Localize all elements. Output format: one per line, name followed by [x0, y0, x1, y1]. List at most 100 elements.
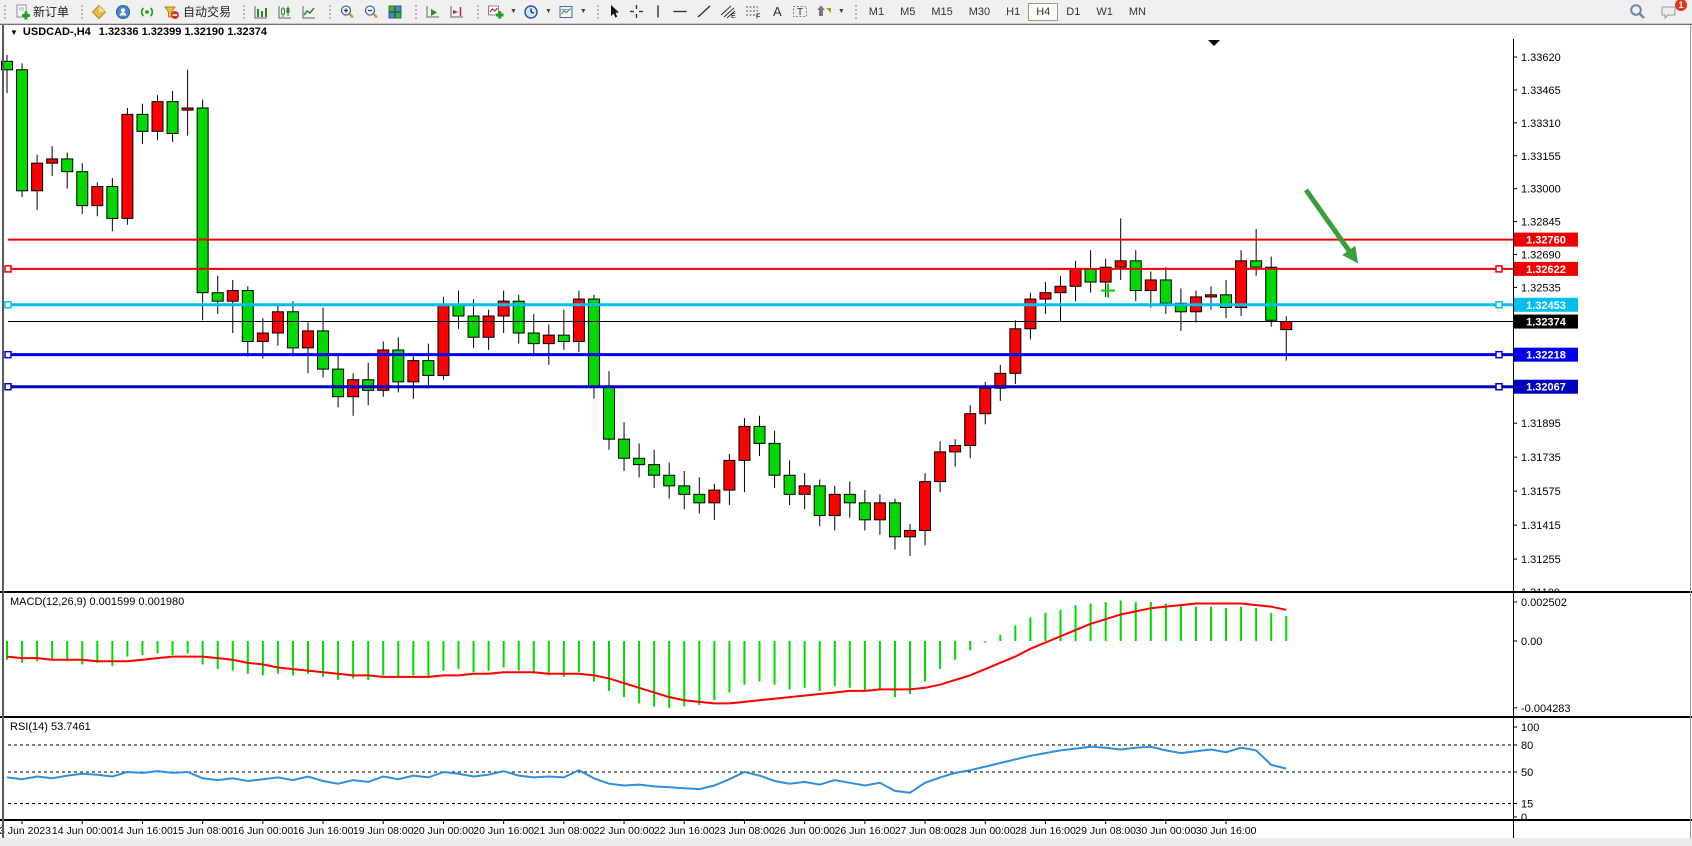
- svg-text:1.32218: 1.32218: [1526, 350, 1566, 362]
- bar-chart-button[interactable]: [249, 2, 273, 22]
- autotrading-button[interactable]: 自动交易: [159, 1, 235, 22]
- chart-shift-button[interactable]: [445, 2, 469, 22]
- new-order-label: 新订单: [33, 3, 69, 20]
- periods-button[interactable]: [519, 2, 543, 22]
- date-axis[interactable]: 13 Jun 202314 Jun 00:0014 Jun 16:0015 Ju…: [0, 820, 1692, 838]
- indicators-button[interactable]: [483, 2, 508, 22]
- svg-text:0: 0: [1521, 812, 1527, 820]
- timeframe-button-H1[interactable]: H1: [998, 3, 1028, 21]
- zoom-in-button[interactable]: [335, 2, 359, 22]
- timeframe-button-H4[interactable]: H4: [1028, 3, 1058, 21]
- cursor-icon: [607, 4, 621, 19]
- arrows-tool-button[interactable]: [812, 2, 836, 21]
- timeframe-button-M5[interactable]: M5: [892, 3, 923, 21]
- clock-icon: [523, 4, 539, 20]
- timeframe-button-M30[interactable]: M30: [961, 3, 998, 21]
- services-group: 自动交易: [77, 1, 239, 23]
- arrows-tool-icon: [816, 4, 832, 19]
- notifications-button[interactable]: 1: [1656, 2, 1682, 22]
- crosshair-icon: [629, 4, 644, 19]
- arrows-dropdown-caret[interactable]: ▼: [836, 8, 847, 15]
- signals-icon: [139, 4, 155, 20]
- date-label: 15 Jun 08:00: [172, 825, 233, 837]
- date-label: 28 Jun 00:00: [955, 825, 1016, 837]
- vertical-line-tool-button[interactable]: [648, 2, 668, 21]
- timeframe-button-W1[interactable]: W1: [1088, 3, 1121, 21]
- horizontal-line-tool-button[interactable]: [668, 2, 692, 21]
- svg-text:E: E: [731, 13, 736, 19]
- main-toolbar: 新订单 自动交易: [0, 0, 1692, 24]
- chart-menu-icon[interactable]: ▼: [10, 28, 18, 37]
- macd-canvas[interactable]: 0.0025020.00-0.004283: [0, 592, 1692, 717]
- window-bottom-strip: [0, 838, 1692, 846]
- cursor-button[interactable]: [603, 2, 625, 21]
- svg-text:1.33465: 1.33465: [1521, 85, 1561, 97]
- line-chart-button[interactable]: [297, 2, 321, 22]
- candlestick-chart-button[interactable]: [273, 2, 297, 22]
- timeframe-button-M1[interactable]: M1: [861, 3, 892, 21]
- svg-text:1.32067: 1.32067: [1526, 382, 1566, 394]
- date-label: 22 Jun 16:00: [654, 825, 715, 837]
- macd-label: MACD(12,26,9) 0.001599 0.001980: [10, 596, 184, 608]
- equidistant-channel-button[interactable]: E: [716, 2, 741, 21]
- crosshair-button[interactable]: [625, 2, 648, 21]
- svg-text:A: A: [773, 4, 782, 19]
- templates-dropdown-caret[interactable]: ▼: [578, 8, 589, 15]
- new-order-button[interactable]: 新订单: [10, 1, 73, 22]
- horizontal-line-icon: [672, 4, 688, 19]
- timeframe-button-M15[interactable]: M15: [923, 3, 960, 21]
- svg-text:T: T: [797, 7, 803, 18]
- templates-icon: [558, 4, 574, 20]
- svg-text:1.31575: 1.31575: [1521, 486, 1561, 498]
- templates-button[interactable]: [554, 2, 578, 22]
- date-label: 20 Jun 16:00: [473, 825, 534, 837]
- chart-shift-icon: [449, 4, 465, 20]
- text-tool-button[interactable]: A: [766, 2, 788, 21]
- rsi-canvas[interactable]: 1008050150: [0, 717, 1692, 820]
- svg-text:1.31735: 1.31735: [1521, 452, 1561, 464]
- mt4-window: { "toolbar": { "new_order_label": "新订单",…: [0, 0, 1692, 846]
- candlestick-chart-icon: [277, 4, 293, 20]
- window-right-border: [1690, 25, 1691, 838]
- zoom-out-button[interactable]: [359, 2, 383, 22]
- signals-button[interactable]: [135, 2, 159, 22]
- date-label: 19 Jun 08:00: [353, 825, 414, 837]
- date-label: 26 Jun 16:00: [834, 825, 895, 837]
- price-chart-panel[interactable]: 1.336201.334651.333101.331551.330001.328…: [0, 39, 1692, 592]
- macd-panel[interactable]: MACD(12,26,9) 0.001599 0.001980 0.002502…: [0, 592, 1692, 717]
- periods-dropdown-caret[interactable]: ▼: [543, 8, 554, 15]
- svg-text:F: F: [756, 14, 760, 20]
- date-label: 26 Jun 00:00: [774, 825, 835, 837]
- date-axis-canvas[interactable]: 13 Jun 202314 Jun 00:0014 Jun 16:0015 Ju…: [0, 820, 1692, 838]
- rsi-panel[interactable]: RSI(14) 53.7461 1008050150: [0, 717, 1692, 820]
- arrow-annotation[interactable]: [1306, 190, 1353, 257]
- date-label: 16 Jun 00:00: [232, 825, 293, 837]
- trendline-tool-button[interactable]: [692, 2, 716, 21]
- text-label-tool-button[interactable]: T: [788, 2, 812, 21]
- community-button[interactable]: [111, 2, 135, 22]
- svg-text:1.31255: 1.31255: [1521, 554, 1561, 566]
- line-chart-icon: [301, 4, 317, 20]
- search-button[interactable]: [1625, 1, 1650, 22]
- scroll-group: [411, 1, 473, 23]
- indicators-dropdown-caret[interactable]: ▼: [508, 8, 519, 15]
- market-button[interactable]: [87, 2, 111, 22]
- tile-windows-button[interactable]: [383, 2, 407, 22]
- auto-scroll-button[interactable]: [421, 2, 445, 22]
- timeframe-button-MN[interactable]: MN: [1121, 3, 1154, 21]
- new-order-icon: [14, 4, 30, 20]
- autotrading-label: 自动交易: [183, 3, 231, 20]
- svg-text:1.31895: 1.31895: [1521, 418, 1561, 430]
- timeframe-button-D1[interactable]: D1: [1058, 3, 1088, 21]
- date-label: 22 Jun 00:00: [594, 825, 655, 837]
- scroll-position-marker: [1208, 40, 1220, 46]
- date-label: 21 Jun 08:00: [533, 825, 594, 837]
- date-label: 23 Jun 08:00: [714, 825, 775, 837]
- vertical-line-icon: [652, 4, 664, 19]
- price-chart-canvas[interactable]: 1.336201.334651.333101.331551.330001.328…: [0, 39, 1692, 592]
- toolbar-right: 1: [1625, 1, 1692, 22]
- macd-histogram: [7, 600, 1286, 708]
- macd-signal-line: [7, 604, 1286, 704]
- svg-text:1.33155: 1.33155: [1521, 151, 1561, 163]
- fibonacci-tool-button[interactable]: F: [741, 2, 766, 21]
